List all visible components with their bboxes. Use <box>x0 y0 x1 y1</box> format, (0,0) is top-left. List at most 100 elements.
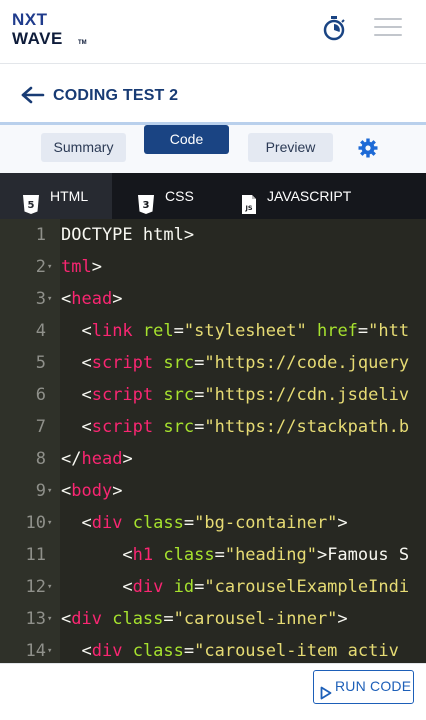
fold-arrow-icon[interactable]: ▾ <box>47 615 55 624</box>
line-number: 13 <box>25 609 46 629</box>
code-line[interactable]: 12 ▾ <div id="carouselExampleIndi <box>0 571 426 603</box>
code-token: src <box>163 353 195 373</box>
line-number: 1 <box>35 225 46 245</box>
title-bar: CODING TEST 2 <box>0 64 426 124</box>
code-text: <head> <box>61 283 122 315</box>
code-token: class <box>132 513 184 533</box>
code-token: script <box>91 417 154 437</box>
code-token: class <box>163 545 215 565</box>
code-token: src <box>163 385 195 405</box>
code-token: head <box>81 449 123 469</box>
code-token: DOCTYPE html> <box>61 225 195 245</box>
fold-arrow-icon[interactable]: ▾ <box>47 583 55 592</box>
code-token: < <box>61 545 133 565</box>
hamburger-menu-icon[interactable] <box>374 18 402 40</box>
line-number: 9 <box>35 481 46 501</box>
line-number: 2 <box>35 257 46 277</box>
code-token: > <box>337 513 348 533</box>
code-token: script <box>91 353 154 373</box>
gear-icon[interactable] <box>358 138 378 158</box>
code-line[interactable]: 6 <script src="https://cdn.jsdeliv <box>0 379 426 411</box>
code-text: </head> <box>61 443 133 475</box>
code-token: "heading" <box>224 545 317 565</box>
fold-arrow-icon[interactable]: ▾ <box>47 487 55 496</box>
code-token: < <box>61 289 72 309</box>
svg-text:5: 5 <box>28 200 35 211</box>
code-text: <script src="https://code.jquery <box>61 347 409 379</box>
run-code-button[interactable]: RUN CODE <box>313 670 414 704</box>
svg-text:JS: JS <box>244 204 252 212</box>
stopwatch-icon[interactable] <box>320 15 348 43</box>
tab-html[interactable]: 5 HTML <box>0 173 112 219</box>
back-arrow-icon[interactable] <box>20 86 46 104</box>
code-token: rel <box>142 321 174 341</box>
code-token: = <box>357 321 369 341</box>
code-text: <div class="bg-container"> <box>61 507 348 539</box>
code-line[interactable]: 8 </head> <box>0 443 426 475</box>
code-token: h1 <box>132 545 154 565</box>
code-token: > <box>112 289 123 309</box>
footer-bar: RUN CODE <box>0 663 426 720</box>
code-text: DOCTYPE html> <box>61 219 194 251</box>
tab-code[interactable]: Code <box>144 125 229 154</box>
code-token: id <box>173 577 195 597</box>
code-token: = <box>163 609 174 629</box>
code-line[interactable]: 5 <script src="https://code.jquery <box>0 347 426 379</box>
code-token: "carousel-item activ <box>194 641 399 661</box>
code-token: "https://code.jquery <box>204 353 410 373</box>
code-token: div <box>91 641 123 661</box>
code-token: = <box>183 513 195 533</box>
code-token: < <box>61 641 92 661</box>
code-line[interactable]: 14 ▾ <div class="carousel-item activ <box>0 635 426 663</box>
tab-preview[interactable]: Preview <box>248 133 333 162</box>
code-line[interactable]: 3 ▾ <head> <box>0 283 426 315</box>
line-number: 8 <box>35 449 46 469</box>
code-line[interactable]: 1 DOCTYPE html> <box>0 219 426 251</box>
code-token: "htt <box>368 321 410 341</box>
code-token: > <box>91 257 102 277</box>
tab-javascript[interactable]: JS JAVASCRIPT <box>222 173 372 219</box>
code-token: < <box>61 321 92 341</box>
code-line[interactable]: 11 <h1 class="heading">Famous S <box>0 539 426 571</box>
fold-arrow-icon[interactable]: ▾ <box>47 295 55 304</box>
line-number: 10 <box>25 513 46 533</box>
nxtwave-logo[interactable]: NXT WAVE TM <box>12 10 102 50</box>
code-line[interactable]: 2 ▾ tml> <box>0 251 426 283</box>
page-title: CODING TEST 2 <box>53 87 179 104</box>
code-token: = <box>194 577 205 597</box>
line-number: 11 <box>25 545 46 565</box>
html5-icon: 5 <box>23 186 39 214</box>
code-token: href <box>316 321 358 341</box>
code-text: <div class="carousel-inner"> <box>61 603 348 635</box>
fold-arrow-icon[interactable]: ▾ <box>47 263 55 272</box>
app-root: NXT WAVE TM CODING TEST 2 Summary Code P… <box>0 0 426 720</box>
code-line[interactable]: 7 <script src="https://stackpath.b <box>0 411 426 443</box>
code-token: link <box>91 321 133 341</box>
code-token: = <box>214 545 225 565</box>
code-token: "https://cdn.jsdeliv <box>204 385 410 405</box>
code-token: < <box>61 385 92 405</box>
logo-line1: NXT <box>12 10 48 29</box>
code-line[interactable]: 13 ▾ <div class="carousel-inner"> <box>0 603 426 635</box>
fold-arrow-icon[interactable]: ▾ <box>47 647 55 656</box>
fold-arrow-icon[interactable]: ▾ <box>47 519 55 528</box>
language-tabs: 5 HTML 3 CSS JS JAVASCRIPT <box>0 173 426 219</box>
code-text: tml> <box>61 251 102 283</box>
code-editor[interactable]: 1 DOCTYPE html> 2 ▾ tml> 3 ▾ <head> 4 <link rel=… <box>0 219 426 663</box>
code-text: <script src="https://cdn.jsdeliv <box>61 379 409 411</box>
run-code-label: RUN CODE <box>335 678 412 694</box>
code-line[interactable]: 4 <link rel="stylesheet" href="htt <box>0 315 426 347</box>
tab-css[interactable]: 3 CSS <box>112 173 222 219</box>
code-text: <script src="https://stackpath.b <box>61 411 409 443</box>
tab-summary[interactable]: Summary <box>41 133 126 162</box>
view-tabs: Summary Code Preview <box>0 125 426 173</box>
code-line[interactable]: 10 ▾ <div class="bg-container"> <box>0 507 426 539</box>
code-token: "stylesheet" <box>183 321 307 341</box>
code-line[interactable]: 9 ▾ <body> <box>0 475 426 507</box>
logo-tm: TM <box>78 40 87 46</box>
